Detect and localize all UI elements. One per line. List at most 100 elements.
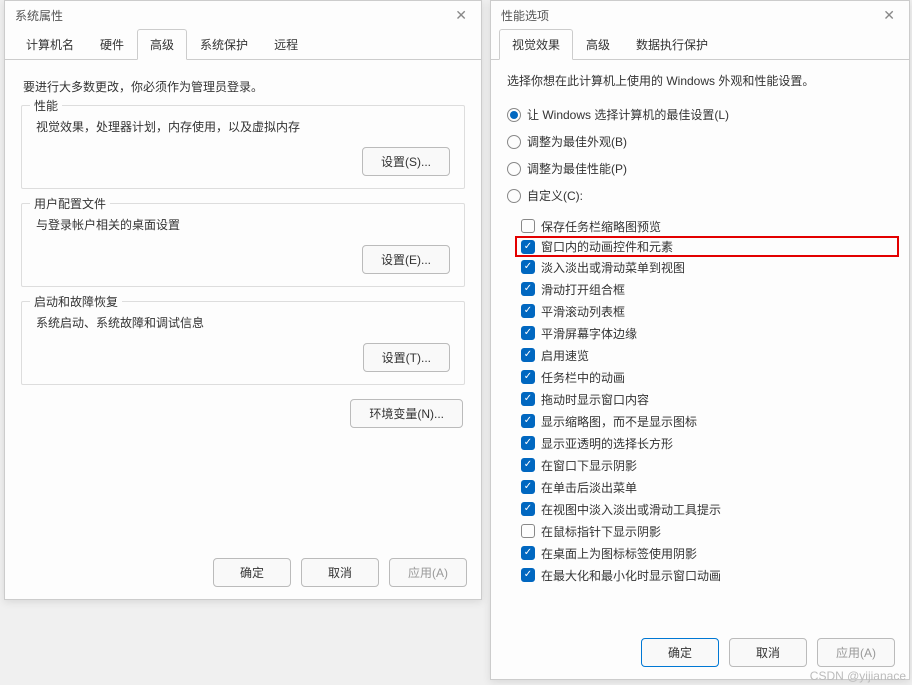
checkbox-label: 平滑滚动列表框 — [541, 303, 625, 320]
checkbox-label: 拖动时显示窗口内容 — [541, 391, 649, 408]
tab-advanced[interactable]: 高级 — [137, 29, 187, 60]
checkbox-icon[interactable] — [521, 524, 535, 538]
checkbox-option[interactable]: 平滑屏幕字体边缘 — [521, 322, 893, 344]
checkbox-label: 启用速览 — [541, 347, 589, 364]
system-properties-window: 系统属性 ✕ 计算机名 硬件 高级 系统保护 远程 要进行大多数更改，你必须作为… — [4, 0, 482, 600]
checkbox-label: 滑动打开组合框 — [541, 281, 625, 298]
checkbox-option[interactable]: 显示亚透明的选择长方形 — [521, 432, 893, 454]
checkbox-icon[interactable] — [521, 240, 535, 254]
checkbox-label: 在窗口下显示阴影 — [541, 457, 637, 474]
visual-effects-description: 选择你想在此计算机上使用的 Windows 外观和性能设置。 — [491, 60, 909, 97]
close-icon[interactable]: ✕ — [879, 7, 899, 24]
radio-option[interactable]: 调整为最佳外观(B) — [507, 128, 893, 155]
checkbox-icon[interactable] — [521, 568, 535, 582]
checkbox-icon[interactable] — [521, 370, 535, 384]
radio-option[interactable]: 调整为最佳性能(P) — [507, 155, 893, 182]
checkbox-icon[interactable] — [521, 546, 535, 560]
checkbox-icon[interactable] — [521, 326, 535, 340]
radio-label: 让 Windows 选择计算机的最佳设置(L) — [527, 106, 729, 123]
ok-button[interactable]: 确定 — [641, 638, 719, 667]
checkbox-icon[interactable] — [521, 436, 535, 450]
titlebar: 系统属性 ✕ — [5, 1, 481, 28]
tab-bar: 视觉效果 高级 数据执行保护 — [491, 28, 909, 60]
checkbox-label: 平滑屏幕字体边缘 — [541, 325, 637, 342]
checkbox-label: 显示亚透明的选择长方形 — [541, 435, 673, 452]
radio-icon[interactable] — [507, 189, 521, 203]
performance-settings-button[interactable]: 设置(S)... — [362, 147, 450, 176]
group-title-startup: 启动和故障恢复 — [30, 293, 122, 310]
checkbox-label: 在单击后淡出菜单 — [541, 479, 637, 496]
checkbox-label: 在视图中淡入淡出或滑动工具提示 — [541, 501, 721, 518]
checkbox-option[interactable]: 平滑滚动列表框 — [521, 300, 893, 322]
radio-icon[interactable] — [507, 162, 521, 176]
checkbox-label: 在最大化和最小化时显示窗口动画 — [541, 567, 721, 584]
checkbox-label: 任务栏中的动画 — [541, 369, 625, 386]
checkbox-icon[interactable] — [521, 458, 535, 472]
tab-computer-name[interactable]: 计算机名 — [13, 29, 87, 60]
checkbox-option[interactable]: 在桌面上为图标标签使用阴影 — [521, 542, 893, 564]
radio-icon[interactable] — [507, 108, 521, 122]
checkbox-icon[interactable] — [521, 348, 535, 362]
checkbox-icon[interactable] — [521, 502, 535, 516]
cancel-button[interactable]: 取消 — [729, 638, 807, 667]
checkbox-option[interactable]: 任务栏中的动画 — [521, 366, 893, 388]
user-profile-description: 与登录帐户相关的桌面设置 — [36, 216, 450, 233]
checkbox-option[interactable]: 保存任务栏缩略图预览 — [521, 215, 893, 237]
tab-advanced[interactable]: 高级 — [573, 29, 623, 60]
user-profile-group: 用户配置文件 与登录帐户相关的桌面设置 设置(E)... — [21, 203, 465, 287]
tab-system-protect[interactable]: 系统保护 — [187, 29, 261, 60]
radio-label: 调整为最佳外观(B) — [527, 133, 627, 150]
checkbox-option[interactable]: 在窗口下显示阴影 — [521, 454, 893, 476]
radio-label: 自定义(C): — [527, 187, 583, 204]
checkbox-option[interactable]: 拖动时显示窗口内容 — [521, 388, 893, 410]
window-title: 性能选项 — [501, 7, 549, 24]
tab-dep[interactable]: 数据执行保护 — [623, 29, 721, 60]
checkbox-label: 淡入淡出或滑动菜单到视图 — [541, 259, 685, 276]
window-title: 系统属性 — [15, 7, 63, 24]
group-title-user: 用户配置文件 — [30, 195, 110, 212]
checkbox-label: 在鼠标指针下显示阴影 — [541, 523, 661, 540]
cancel-button[interactable]: 取消 — [301, 558, 379, 587]
checkbox-icon[interactable] — [521, 219, 535, 233]
radio-option[interactable]: 让 Windows 选择计算机的最佳设置(L) — [507, 101, 893, 128]
checkbox-label: 保存任务栏缩略图预览 — [541, 218, 661, 235]
checkbox-option[interactable]: 在鼠标指针下显示阴影 — [521, 520, 893, 542]
startup-recovery-group: 启动和故障恢复 系统启动、系统故障和调试信息 设置(T)... — [21, 301, 465, 385]
radio-label: 调整为最佳性能(P) — [527, 160, 627, 177]
env-variables-button[interactable]: 环境变量(N)... — [350, 399, 463, 428]
checkbox-icon[interactable] — [521, 480, 535, 494]
performance-group: 性能 视觉效果，处理器计划，内存使用，以及虚拟内存 设置(S)... — [21, 105, 465, 189]
admin-notice: 要进行大多数更改，你必须作为管理员登录。 — [21, 72, 465, 105]
startup-settings-button[interactable]: 设置(T)... — [363, 343, 450, 372]
ok-button[interactable]: 确定 — [213, 558, 291, 587]
checkbox-icon[interactable] — [521, 282, 535, 296]
checkbox-option[interactable]: 淡入淡出或滑动菜单到视图 — [521, 256, 893, 278]
checkbox-icon[interactable] — [521, 392, 535, 406]
performance-description: 视觉效果，处理器计划，内存使用，以及虚拟内存 — [36, 118, 450, 135]
checkbox-label: 窗口内的动画控件和元素 — [541, 238, 673, 255]
visual-effects-check-list: 保存任务栏缩略图预览窗口内的动画控件和元素淡入淡出或滑动菜单到视图滑动打开组合框… — [521, 215, 893, 586]
apply-button[interactable]: 应用(A) — [389, 558, 467, 587]
tab-remote[interactable]: 远程 — [261, 29, 311, 60]
performance-options-window: 性能选项 ✕ 视觉效果 高级 数据执行保护 选择你想在此计算机上使用的 Wind… — [490, 0, 910, 680]
checkbox-label: 在桌面上为图标标签使用阴影 — [541, 545, 697, 562]
checkbox-icon[interactable] — [521, 414, 535, 428]
checkbox-option[interactable]: 启用速览 — [521, 344, 893, 366]
watermark: CSDN @yijianace — [810, 669, 906, 683]
checkbox-option[interactable]: 在单击后淡出菜单 — [521, 476, 893, 498]
tab-visual-effects[interactable]: 视觉效果 — [499, 29, 573, 60]
checkbox-option[interactable]: 显示缩略图，而不是显示图标 — [521, 410, 893, 432]
radio-icon[interactable] — [507, 135, 521, 149]
checkbox-icon[interactable] — [521, 260, 535, 274]
radio-option[interactable]: 自定义(C): — [507, 182, 893, 209]
checkbox-option[interactable]: 滑动打开组合框 — [521, 278, 893, 300]
checkbox-label: 显示缩略图，而不是显示图标 — [541, 413, 697, 430]
checkbox-icon[interactable] — [521, 304, 535, 318]
apply-button[interactable]: 应用(A) — [817, 638, 895, 667]
tab-hardware[interactable]: 硬件 — [87, 29, 137, 60]
checkbox-option[interactable]: 在最大化和最小化时显示窗口动画 — [521, 564, 893, 586]
checkbox-option[interactable]: 在视图中淡入淡出或滑动工具提示 — [521, 498, 893, 520]
user-settings-button[interactable]: 设置(E)... — [362, 245, 450, 274]
checkbox-option[interactable]: 窗口内的动画控件和元素 — [515, 236, 899, 257]
close-icon[interactable]: ✕ — [451, 7, 471, 24]
